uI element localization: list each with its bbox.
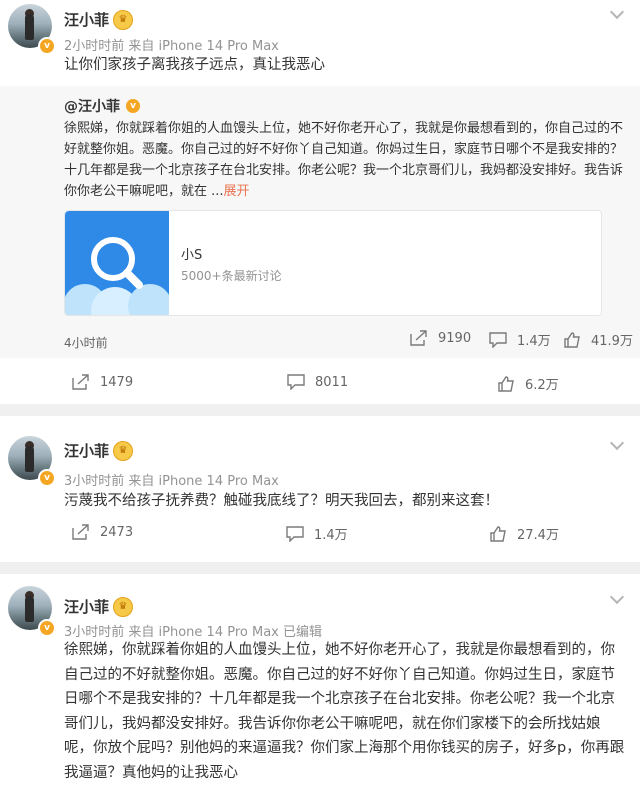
repost-like-count: 41.9万 <box>591 334 633 349</box>
like-button[interactable]: 27.4万 <box>490 524 559 543</box>
expand-link[interactable]: 展开 <box>224 184 250 199</box>
post-card-1: v 汪小菲 ♛ 2小时时前 来自 iPhone 14 Pro Max 让你们家孩… <box>0 0 640 404</box>
repost-time: 4小时前 <box>64 336 108 350</box>
post-card-3: v 汪小菲 ♛ 3小时时前 来自 iPhone 14 Pro Max 已编辑 徐… <box>0 574 640 788</box>
repost-button[interactable]: 2473 <box>72 524 133 540</box>
member-crown-icon: ♛ <box>113 441 133 461</box>
repost-comment-button[interactable]: 1.4万 <box>489 330 551 349</box>
verified-badge-icon: v <box>38 469 56 487</box>
comment-button[interactable]: 8011 <box>287 374 348 390</box>
repost-repost-count: 9190 <box>438 330 472 346</box>
chevron-down-icon[interactable] <box>609 4 625 20</box>
post-meta: 2小时时前 来自 iPhone 14 Pro Max <box>64 39 279 54</box>
topic-image <box>65 211 169 315</box>
comment-button[interactable]: 1.4万 <box>286 524 348 543</box>
member-crown-icon: ♛ <box>113 597 133 617</box>
comment-icon <box>287 374 305 390</box>
chevron-down-icon[interactable] <box>609 435 625 451</box>
share-icon <box>72 374 89 390</box>
post-text: 徐熙娣，你就踩着你姐的人血馒头上位，她不好你老开心了，我就是你最想看到的，你自己… <box>64 642 625 781</box>
repost-text: 徐熙娣，你就踩着你姐的人血馒头上位，她不好你老开心了，我就是你最想看到的，你自己… <box>64 121 624 199</box>
repost-count: 2473 <box>100 524 134 540</box>
thumbs-up-icon <box>498 375 514 392</box>
like-button[interactable]: 6.2万 <box>498 374 559 393</box>
comment-count: 1.4万 <box>314 528 348 543</box>
username[interactable]: 汪小菲 <box>64 9 109 30</box>
thumbs-up-icon <box>564 331 580 348</box>
verified-badge-icon: v <box>38 37 56 55</box>
share-icon <box>72 524 89 540</box>
thumbs-up-icon <box>490 525 506 542</box>
chevron-down-icon[interactable] <box>609 589 625 605</box>
comment-icon <box>286 525 304 542</box>
repost-count: 1479 <box>100 374 134 390</box>
username[interactable]: 汪小菲 <box>64 596 109 617</box>
like-count: 27.4万 <box>517 528 559 543</box>
repost-comment-count: 1.4万 <box>517 334 551 349</box>
topic-card[interactable]: 小S 5000+条最新讨论 <box>64 210 602 316</box>
repost-container: @汪小菲 v 徐熙娣，你就踩着你姐的人血馒头上位，她不好你老开心了，我就是你最想… <box>0 86 640 358</box>
topic-title: 小S <box>181 248 203 263</box>
post-text: 让你们家孩子离我孩子远点，真让我恶心 <box>64 57 325 73</box>
post-card-2: v 汪小菲 ♛ 3小时时前 来自 iPhone 14 Pro Max 污蔑我不给… <box>0 416 640 562</box>
post-text: 污蔑我不给孩子抚养费？触碰我底线了？明天我回去，都别来这套！ <box>64 493 499 509</box>
repost-repost-button[interactable]: 9190 <box>410 330 471 346</box>
repost-like-button[interactable]: 41.9万 <box>564 330 633 349</box>
like-count: 6.2万 <box>525 378 559 393</box>
verified-badge-icon: v <box>124 97 142 115</box>
post-meta: 3小时时前 来自 iPhone 14 Pro Max <box>64 474 279 489</box>
comment-count: 8011 <box>315 374 349 390</box>
comment-icon <box>489 331 507 348</box>
member-crown-icon: ♛ <box>113 10 133 30</box>
topic-subtitle: 5000+条最新讨论 <box>181 269 282 283</box>
username[interactable]: 汪小菲 <box>64 440 109 461</box>
repost-button[interactable]: 1479 <box>72 374 133 390</box>
share-icon <box>410 330 427 346</box>
repost-username[interactable]: @汪小菲 <box>64 96 120 116</box>
verified-badge-icon: v <box>38 619 56 637</box>
